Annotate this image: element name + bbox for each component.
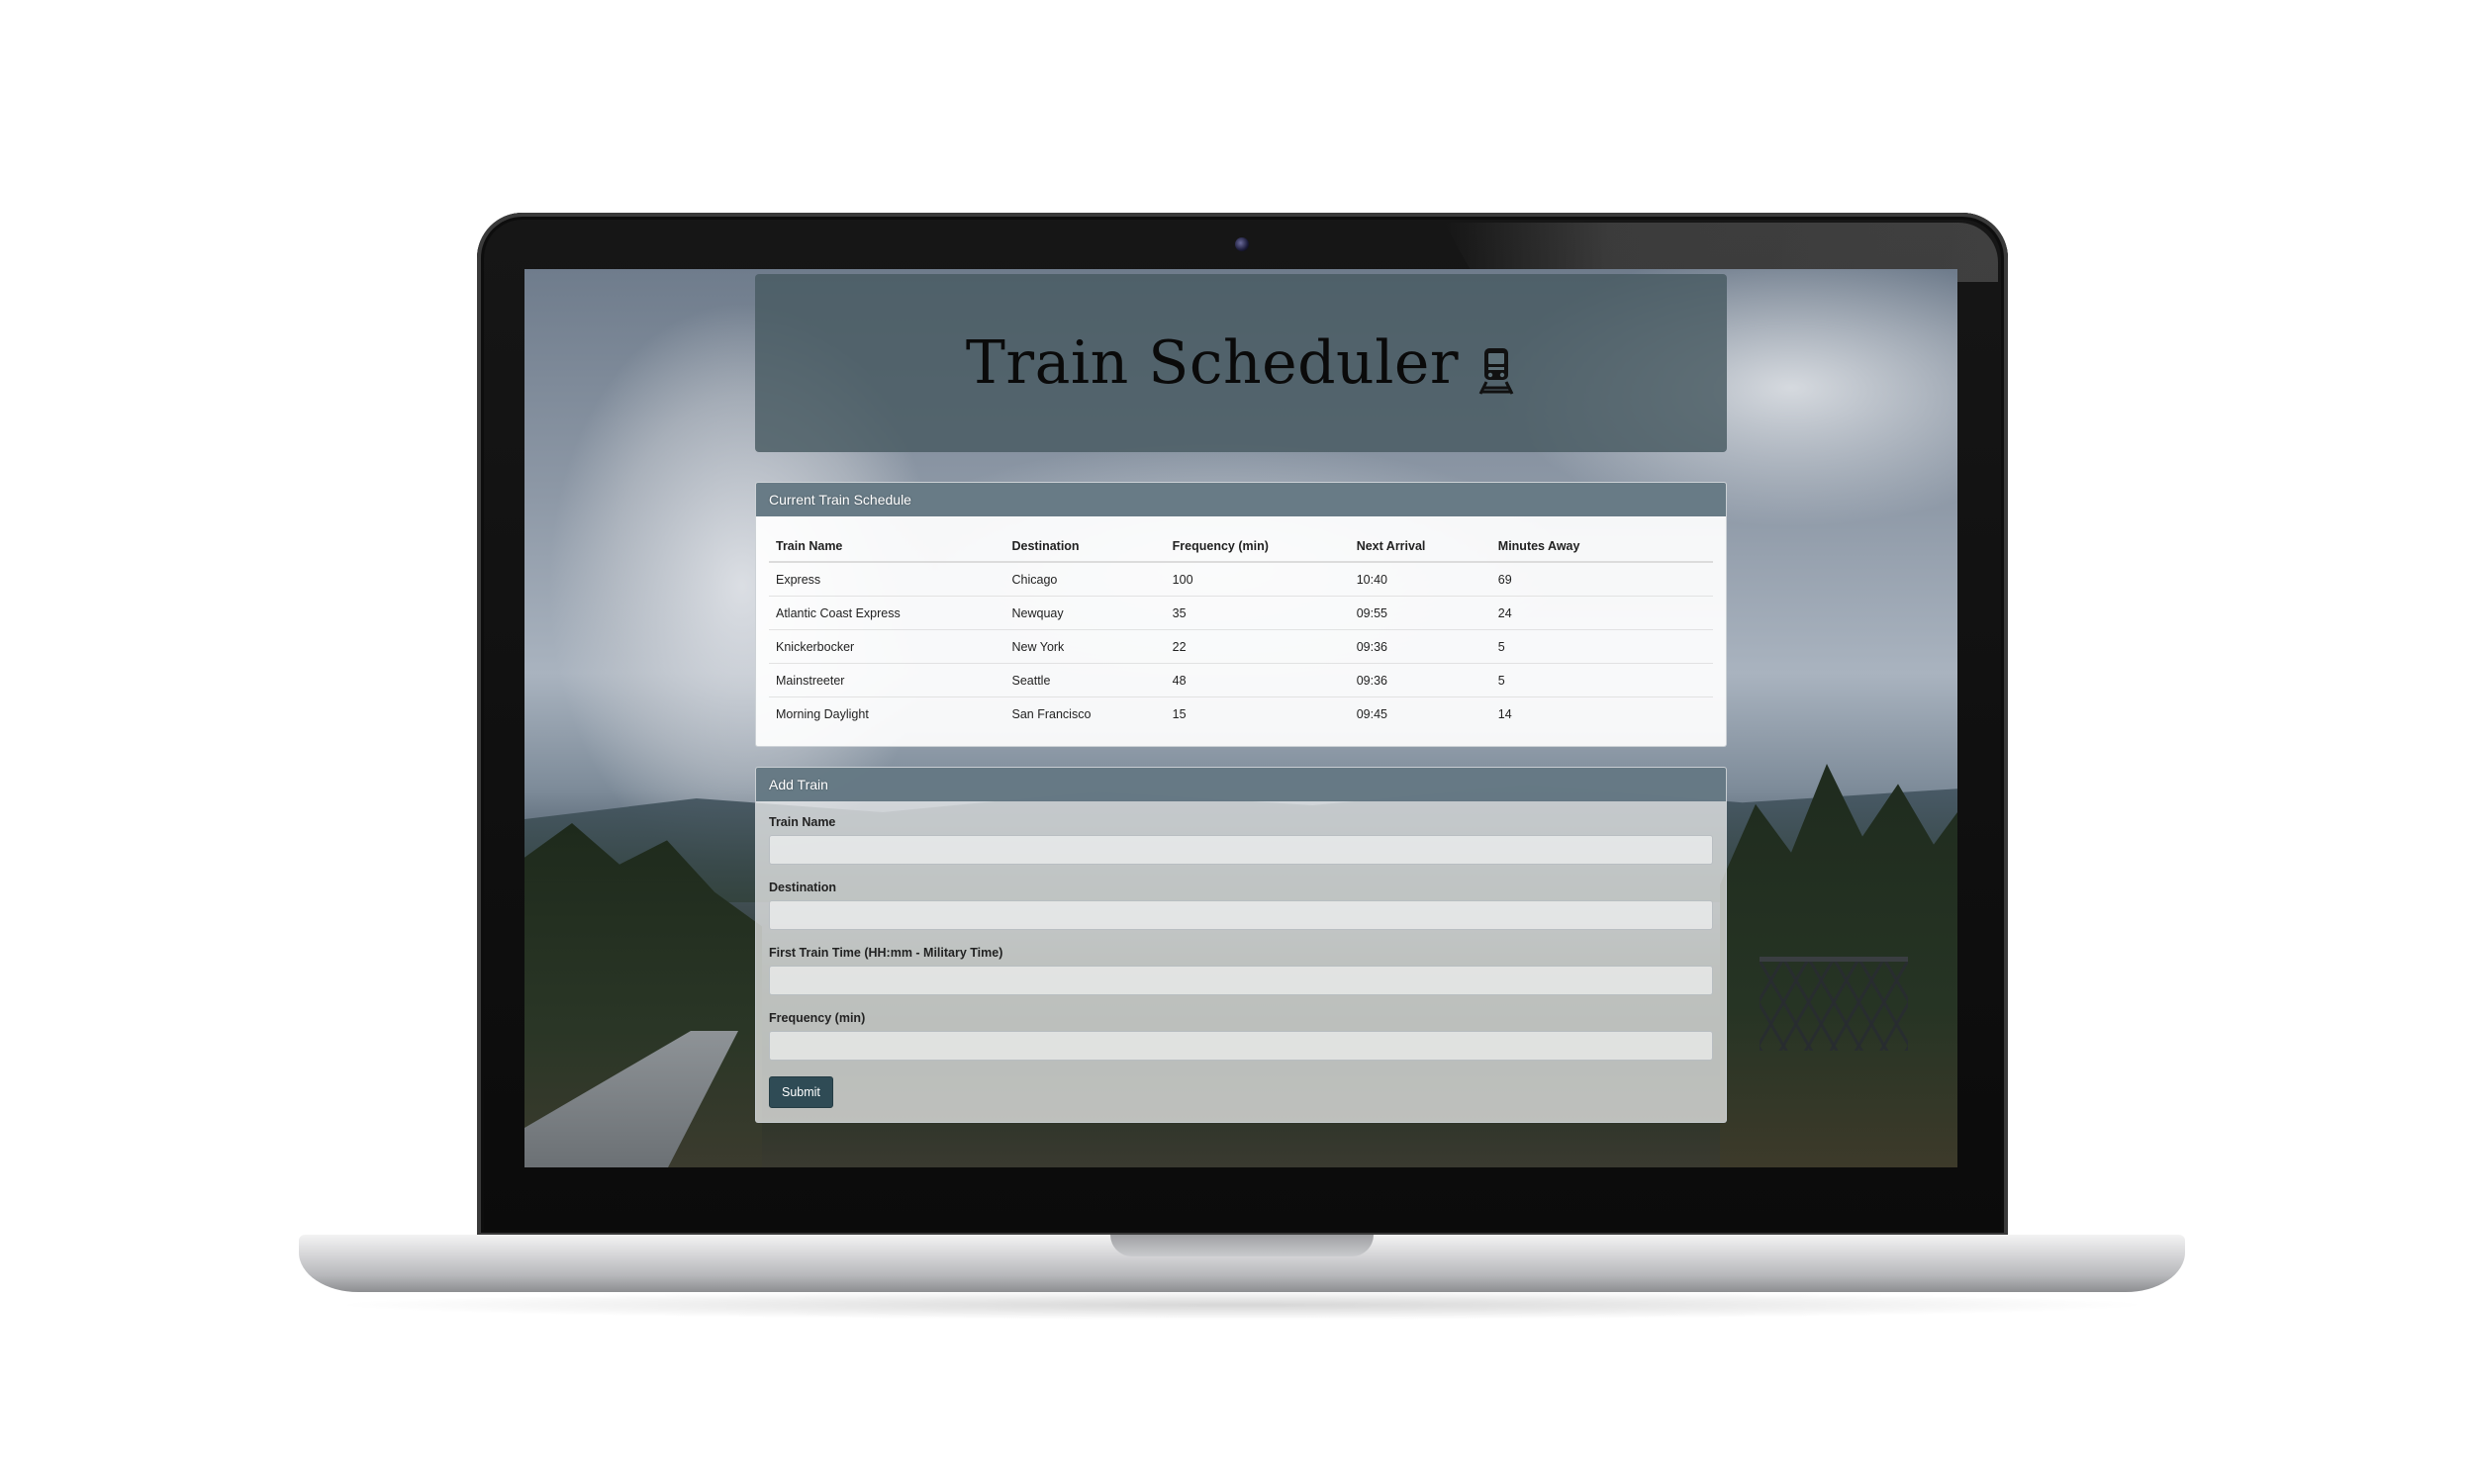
cell-minutes-away: 14: [1490, 696, 1713, 730]
cell-train-name: Express: [776, 573, 821, 587]
cell-frequency: 15: [1165, 696, 1350, 730]
page-title-text: Train Scheduler: [965, 328, 1460, 398]
first-train-time-label: First Train Time (HH:mm - Military Time): [769, 946, 1003, 960]
frequency-input[interactable]: [769, 1031, 1713, 1061]
add-train-form: Train Name Destination First Train Time …: [756, 801, 1726, 1122]
table-row: Mainstreeter Seattle 48 09:36 5: [769, 663, 1713, 697]
cell-destination: Newquay: [1004, 596, 1166, 630]
table-row: Morning Daylight San Francisco 15 09:45 …: [769, 696, 1713, 730]
cell-frequency: 22: [1165, 629, 1350, 664]
table-row: Knickerbocker New York 22 09:36 5: [769, 629, 1713, 664]
app-container: Train Scheduler Current Train Schedule T…: [755, 274, 1727, 1123]
train-icon: [1476, 341, 1516, 395]
cell-destination: Seattle: [1004, 663, 1166, 697]
cell-destination: San Francisco: [1004, 696, 1166, 730]
cell-next-arrival: 09:36: [1349, 629, 1491, 664]
destination-group: Destination: [769, 881, 1713, 930]
screen: Train Scheduler Current Train Schedule T…: [524, 269, 1957, 1167]
laptop-shadow: [327, 1290, 2157, 1320]
cell-train-name: Knickerbocker: [769, 629, 1005, 664]
schedule-panel-body: Train Name Destination Frequency (min) N…: [756, 516, 1726, 746]
frequency-group: Frequency (min): [769, 1011, 1713, 1061]
cell-next-arrival: 09:55: [1349, 596, 1491, 630]
cell-minutes-away: 5: [1490, 629, 1713, 664]
destination-input[interactable]: [769, 900, 1713, 930]
train-name-input[interactable]: [769, 835, 1713, 865]
first-train-time-input[interactable]: [769, 966, 1713, 995]
schedule-panel: Current Train Schedule Train Name Destin…: [755, 482, 1727, 747]
destination-label: Destination: [769, 881, 837, 894]
cell-train-name: Mainstreeter: [769, 663, 1005, 697]
background-bridge: [1760, 957, 1908, 1051]
page-title: Train Scheduler: [966, 328, 1516, 398]
column-header-destination: Destination: [1004, 530, 1166, 563]
frequency-label: Frequency (min): [769, 1011, 866, 1025]
column-header-minutes-away: Minutes Away: [1490, 530, 1713, 563]
train-name-label: Train Name: [769, 815, 836, 829]
cell-train-name: Morning Daylight: [769, 696, 1005, 730]
cell-frequency: 100: [1172, 573, 1193, 587]
column-header-train-name: Train Name: [769, 530, 1005, 563]
column-header-frequency: Frequency (min): [1165, 530, 1350, 563]
cell-destination: Chicago: [1011, 573, 1058, 587]
cell-next-arrival: 10:40: [1356, 573, 1387, 587]
cell-frequency: 48: [1165, 663, 1350, 697]
add-train-panel: Add Train Train Name Destination First T…: [755, 767, 1727, 1123]
add-train-panel-heading: Add Train: [756, 768, 1726, 801]
table-row: Express Chicago 100 10:40 69: [769, 562, 1713, 597]
train-name-group: Train Name: [769, 815, 1713, 865]
jumbotron: Train Scheduler: [755, 274, 1727, 452]
first-train-time-group: First Train Time (HH:mm - Military Time): [769, 946, 1713, 995]
cell-destination: New York: [1004, 629, 1166, 664]
table-header-row: Train Name Destination Frequency (min) N…: [769, 530, 1713, 563]
table-row: Atlantic Coast Express Newquay 35 09:55 …: [769, 596, 1713, 630]
laptop-notch: [1110, 1235, 1374, 1256]
cell-minutes-away: 5: [1490, 663, 1713, 697]
cell-next-arrival: 09:36: [1349, 663, 1491, 697]
cell-minutes-away: 69: [1497, 573, 1512, 587]
schedule-panel-heading: Current Train Schedule: [756, 483, 1726, 516]
schedule-table: Train Name Destination Frequency (min) N…: [769, 530, 1713, 730]
webcam-icon: [1235, 237, 1249, 251]
cell-frequency: 35: [1165, 596, 1350, 630]
cell-train-name: Atlantic Coast Express: [769, 596, 1005, 630]
submit-button[interactable]: Submit: [769, 1076, 833, 1108]
column-header-next-arrival: Next Arrival: [1349, 530, 1491, 563]
cell-next-arrival: 09:45: [1349, 696, 1491, 730]
cell-minutes-away: 24: [1490, 596, 1713, 630]
